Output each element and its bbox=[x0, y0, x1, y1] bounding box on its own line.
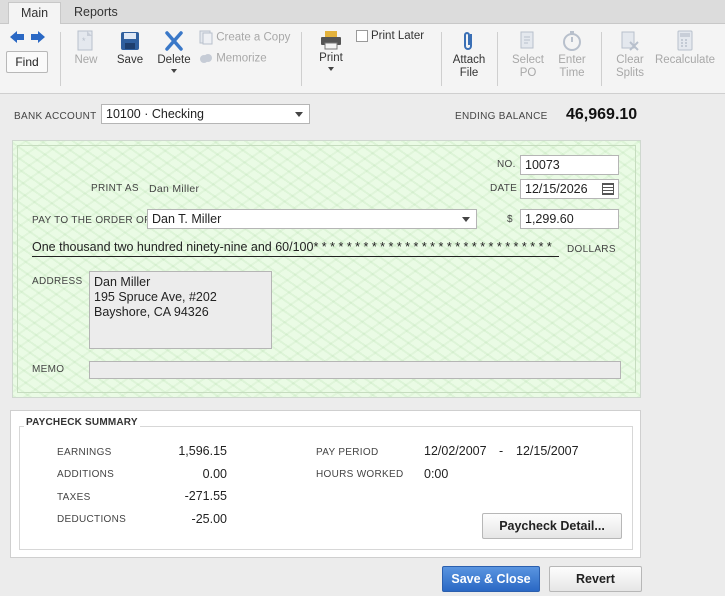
hours-worked-label: HOURS WORKED bbox=[316, 469, 404, 480]
memorize-cloud-icon bbox=[200, 54, 212, 63]
paycheck-summary-title: PAYCHECK SUMMARY bbox=[24, 417, 140, 428]
additions-label: ADDITIONS bbox=[57, 469, 115, 480]
deductions-label: DEDUCTIONS bbox=[57, 514, 127, 525]
dropdown-caret-icon bbox=[328, 67, 334, 71]
print-button[interactable]: Print bbox=[314, 30, 348, 71]
tab-main[interactable]: Main bbox=[8, 2, 62, 25]
save-button[interactable]: Save bbox=[112, 30, 148, 67]
hours-worked-value: 0:00 bbox=[424, 467, 449, 481]
new-button[interactable]: * New bbox=[70, 30, 102, 67]
tab-reports[interactable]: Reports bbox=[62, 2, 130, 24]
amount-field[interactable]: 1,299.60 bbox=[520, 209, 619, 229]
additions-value: 0.00 bbox=[202, 467, 227, 481]
print-as-label: PRINT AS bbox=[91, 183, 139, 194]
next-arrow-icon[interactable] bbox=[31, 31, 45, 46]
delete-button[interactable]: Delete bbox=[154, 30, 194, 73]
create-copy-button[interactable]: Create a Copy bbox=[199, 30, 299, 45]
clear-splits-icon bbox=[621, 31, 639, 51]
pay-to-label: PAY TO THE ORDER OF bbox=[32, 215, 151, 226]
memorize-button[interactable]: Memorize bbox=[199, 52, 299, 66]
earnings-label: EARNINGS bbox=[57, 447, 112, 458]
toolbar-separator bbox=[601, 32, 602, 86]
previous-arrow-icon[interactable] bbox=[10, 31, 24, 46]
save-disk-icon bbox=[121, 32, 139, 50]
dollar-sign: $ bbox=[507, 214, 513, 225]
date-field[interactable]: 12/15/2026 bbox=[520, 179, 619, 199]
memo-field[interactable] bbox=[89, 361, 621, 379]
print-as-value: Dan Miller bbox=[149, 183, 200, 195]
pay-period-dash: - bbox=[499, 444, 504, 458]
taxes-label: TAXES bbox=[57, 492, 91, 503]
ending-balance-value: 46,969.10 bbox=[566, 106, 638, 123]
stopwatch-icon bbox=[563, 31, 581, 51]
bank-label: BANK bbox=[14, 111, 43, 122]
earnings-value: 1,596.15 bbox=[178, 444, 227, 458]
checkbox-icon[interactable] bbox=[356, 30, 368, 42]
toolbar-separator bbox=[60, 32, 61, 86]
dollars-label: DOLLARS bbox=[567, 244, 616, 255]
check-number-field[interactable]: 10073 bbox=[520, 155, 619, 175]
bank-account-dropdown[interactable]: 10100 · Checking bbox=[101, 104, 310, 124]
enter-time-button[interactable]: Enter Time bbox=[552, 30, 592, 80]
find-button[interactable]: Find bbox=[6, 51, 48, 73]
revert-button[interactable]: Revert bbox=[549, 566, 642, 592]
check-number-label: NO. bbox=[497, 159, 516, 170]
payee-dropdown[interactable]: Dan T. Miller bbox=[147, 209, 477, 229]
dropdown-caret-icon bbox=[171, 69, 177, 73]
account-label: ACCOUNT bbox=[45, 111, 97, 122]
toolbar-separator bbox=[441, 32, 442, 86]
amount-in-words: One thousand two hundred ninety-nine and… bbox=[32, 240, 559, 257]
printer-icon bbox=[321, 31, 341, 50]
pay-period-end: 12/15/2007 bbox=[516, 444, 579, 458]
save-close-button[interactable]: Save & Close bbox=[442, 566, 540, 592]
new-document-icon: * bbox=[77, 30, 93, 51]
toolbar-separator bbox=[497, 32, 498, 86]
ending-balance-label: ENDING BALANCE bbox=[455, 111, 548, 122]
print-later-checkbox[interactable]: Print Later bbox=[356, 30, 436, 43]
clear-splits-button[interactable]: Clear Splits bbox=[610, 30, 650, 80]
calculator-icon bbox=[677, 30, 693, 51]
toolbar: Find * New Save Delete Create a Copy Mem… bbox=[0, 24, 725, 94]
delete-x-icon bbox=[165, 31, 183, 51]
copy-icon bbox=[199, 30, 213, 45]
chevron-down-icon[interactable] bbox=[462, 217, 470, 222]
date-label: DATE bbox=[490, 183, 518, 194]
attach-file-button[interactable]: Attach File bbox=[450, 30, 488, 80]
paperclip-icon bbox=[464, 32, 472, 50]
svg-text:*: * bbox=[82, 36, 86, 46]
chevron-down-icon[interactable] bbox=[295, 112, 303, 117]
pay-period-label: PAY PERIOD bbox=[316, 447, 379, 458]
toolbar-separator bbox=[301, 32, 302, 86]
select-po-icon bbox=[520, 31, 534, 49]
pay-period-start: 12/02/2007 bbox=[424, 444, 487, 458]
select-po-button[interactable]: Select PO bbox=[508, 30, 548, 80]
tab-bar: Main Reports bbox=[0, 0, 725, 25]
paycheck-detail-button[interactable]: Paycheck Detail... bbox=[482, 513, 622, 539]
recalculate-button[interactable]: Recalculate bbox=[654, 30, 716, 67]
address-field[interactable]: Dan Miller 195 Spruce Ave, #202 Bayshore… bbox=[89, 271, 272, 349]
deductions-value: -25.00 bbox=[191, 512, 227, 526]
address-label: ADDRESS bbox=[32, 276, 83, 287]
memo-label: MEMO bbox=[32, 364, 65, 375]
taxes-value: -271.55 bbox=[184, 489, 227, 503]
calendar-icon[interactable] bbox=[602, 183, 614, 195]
